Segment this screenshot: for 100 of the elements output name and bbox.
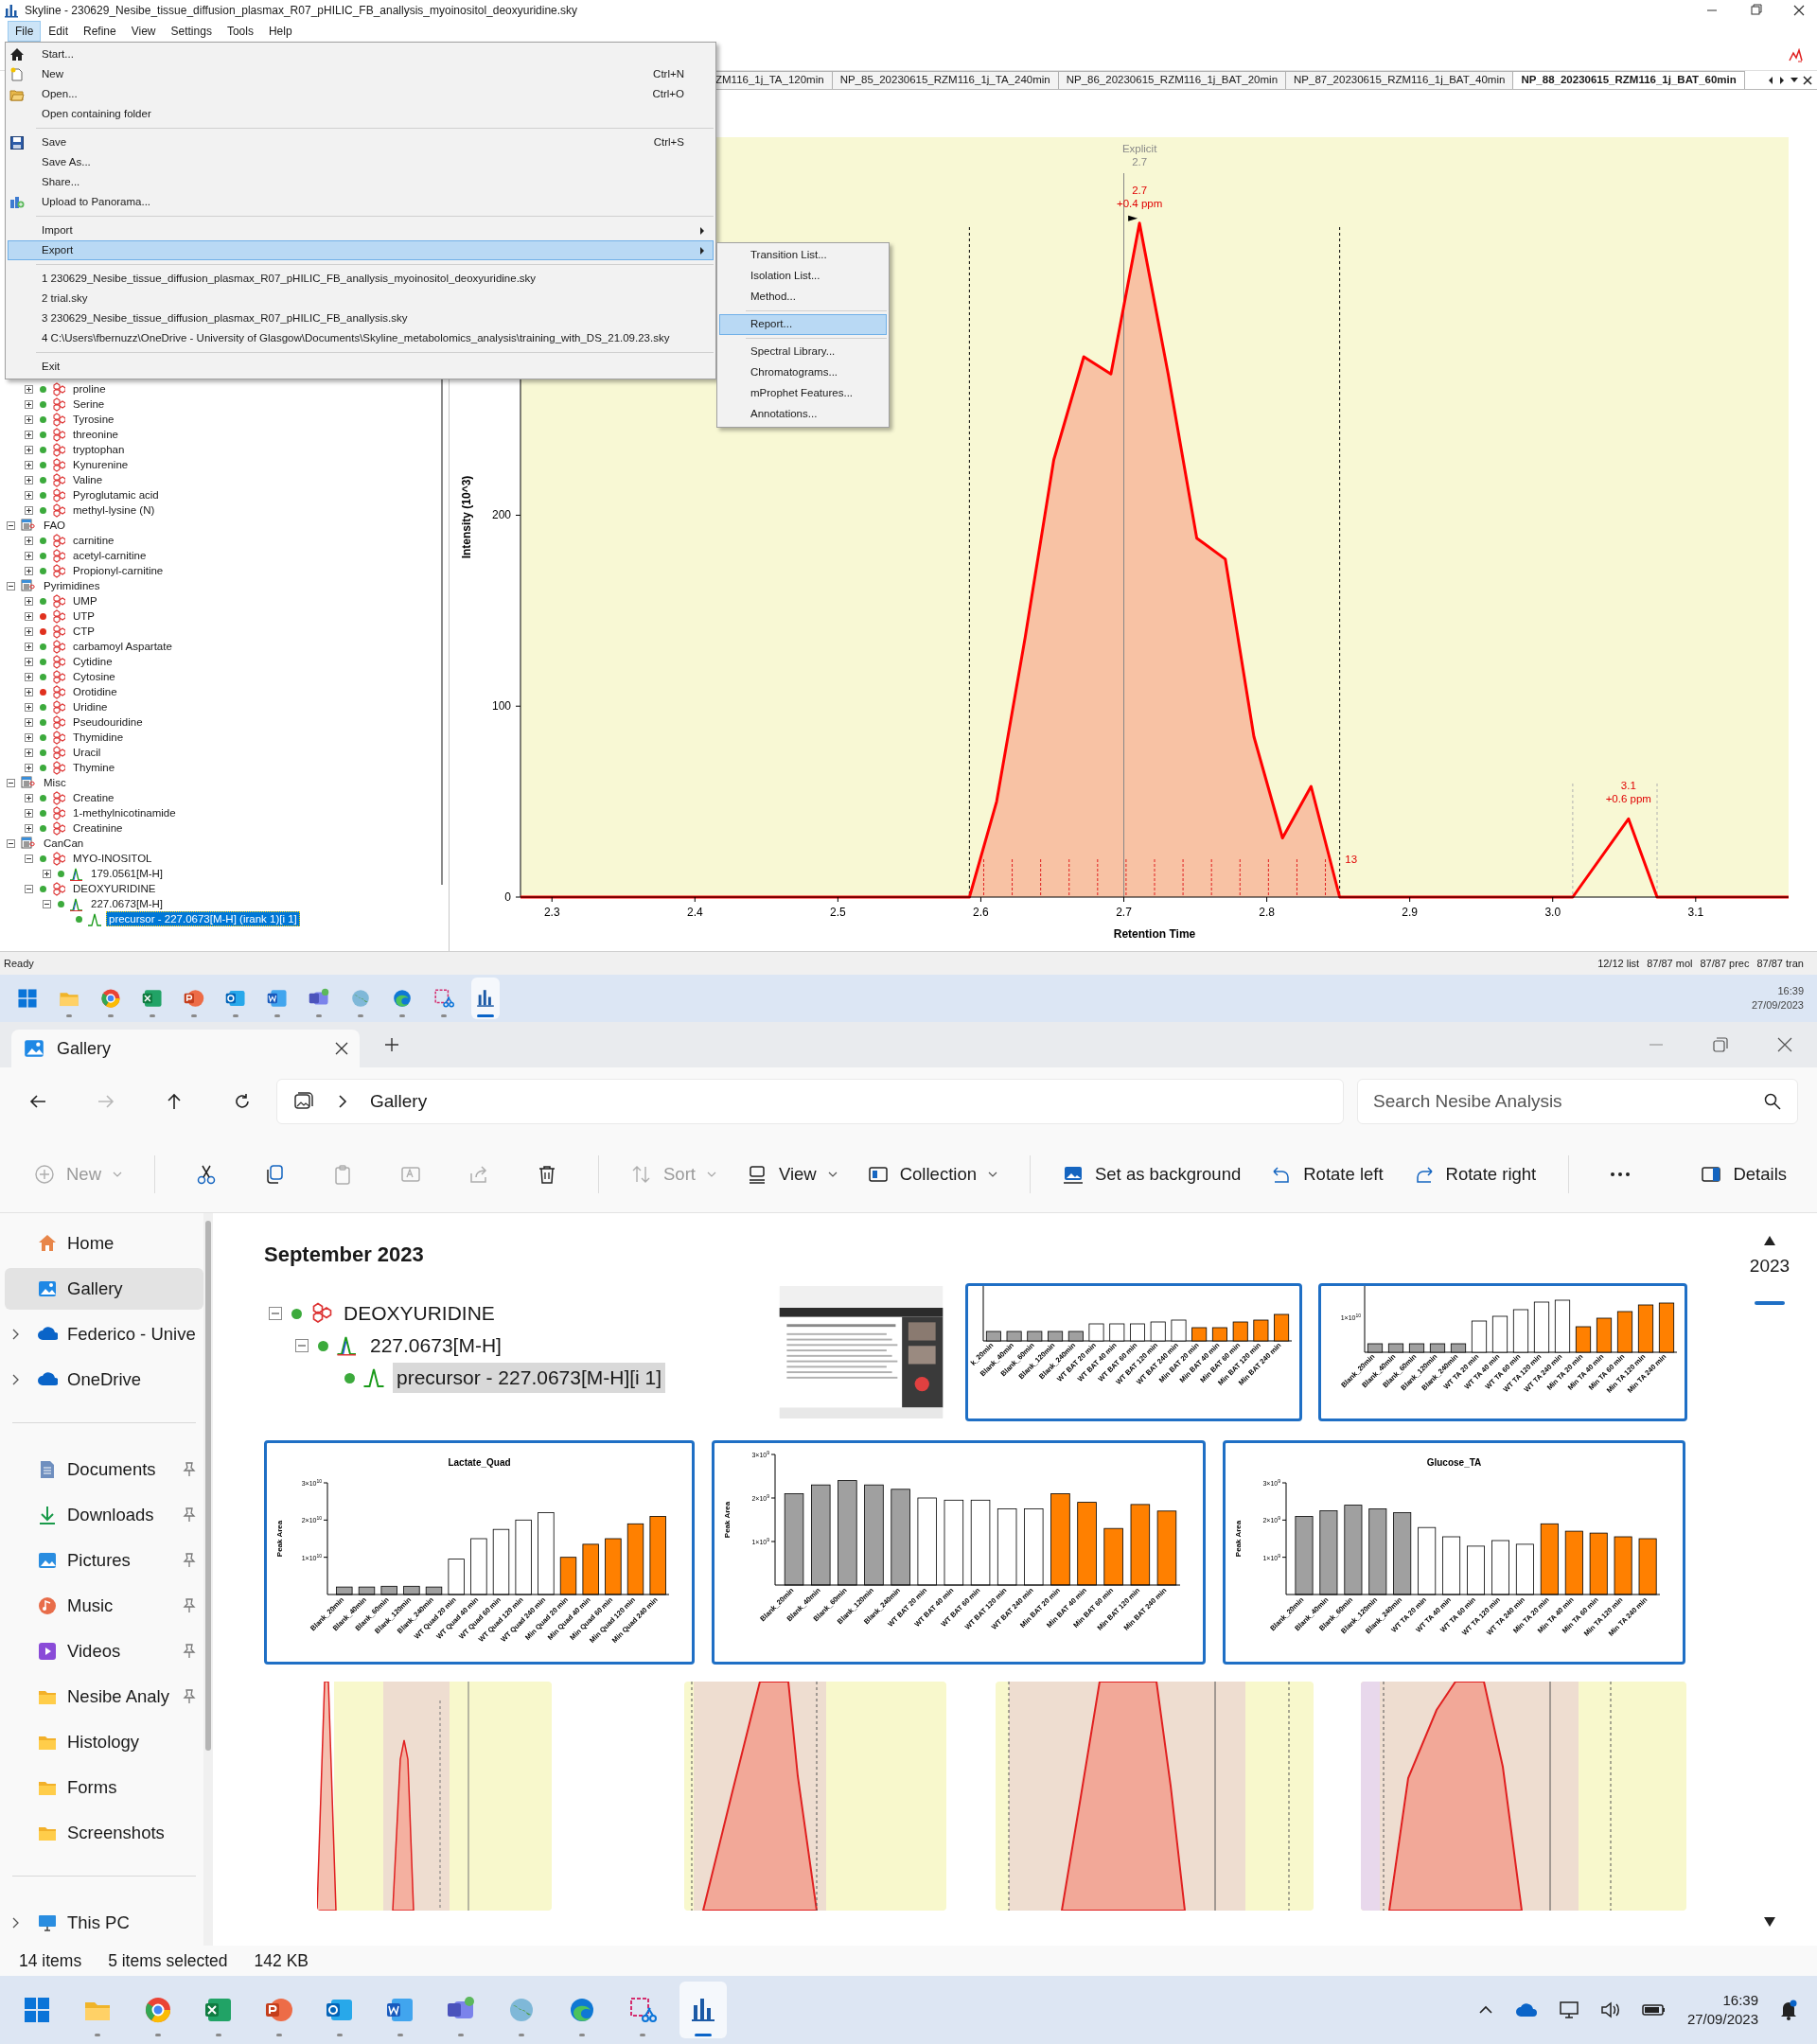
tree-item[interactable]: Creatinine [70, 820, 126, 836]
sidebar-item[interactable]: Forms [5, 1767, 203, 1808]
tree-item[interactable]: MYO-INOSITOL [70, 851, 155, 866]
shortcut-text: Ctrl+N [653, 66, 684, 81]
sidebar-item[interactable]: Music [5, 1585, 203, 1627]
menu-item[interactable]: Method... [719, 287, 887, 308]
menu-item[interactable]: Upload to Panorama... [8, 192, 714, 212]
tree-item[interactable]: Pyroglutamic acid [70, 487, 162, 502]
document-tab[interactable]: NP_88_20230615_RZM116_1j_BAT_60min [1512, 71, 1745, 89]
menu-item[interactable]: 1 230629_Nesibe_tissue_diffusion_plasmax_R07_pHILIC_FB_anallysis_myoinositol_deoxyuridine.sky [8, 269, 714, 289]
toolbar-button[interactable]: Rotate right [1403, 1153, 1546, 1195]
timeline-year[interactable]: 2023 [1749, 1253, 1791, 1280]
tree-item[interactable]: Uracil [70, 745, 104, 760]
clock-date[interactable]: 27/09/2023 [1686, 2010, 1758, 2029]
tree-item[interactable]: carnitine [70, 533, 117, 548]
menu-item[interactable]: Transition List... [719, 245, 887, 266]
tree-item[interactable]: tryptophan [70, 442, 128, 457]
tree-item[interactable]: Orotidine [70, 684, 120, 699]
menu-item[interactable]: Save Ctrl+S [8, 132, 714, 152]
window-tab[interactable]: Gallery [11, 1030, 360, 1067]
tree-item[interactable]: 179.0561[M-H] [88, 866, 167, 881]
menu-item[interactable]: Import [8, 220, 714, 240]
menu-item[interactable]: Save As... [8, 152, 714, 172]
menu-item[interactable]: Edit [41, 21, 77, 42]
clock-time[interactable]: 16:39 [1722, 1991, 1758, 2010]
menu-item[interactable]: Refine [76, 21, 124, 42]
menu-item[interactable]: Report... [719, 314, 887, 335]
menu-item[interactable]: Spectral Library... [719, 342, 887, 362]
menu-item[interactable]: Tools [219, 21, 261, 42]
document-tab[interactable]: NP_85_20230615_RZM116_1j_TA_240min [831, 71, 1059, 89]
menu-item[interactable]: Start... [8, 44, 714, 64]
sidebar-item[interactable]: Federico - Unive [5, 1313, 203, 1355]
clock-time[interactable]: 16:39 [1777, 984, 1804, 998]
tree-item[interactable]: precursor - 227.0673[M-H] (irank 1)[i 1] [106, 911, 300, 926]
menu-item[interactable]: Share... [8, 172, 714, 192]
tree-item[interactable]: UTP [70, 608, 97, 624]
sidebar-item[interactable]: Pictures [5, 1540, 203, 1581]
menu-item[interactable]: File [8, 21, 42, 42]
tree-item[interactable]: Pyrimidines [41, 578, 103, 593]
sidebar-item[interactable]: OneDrive [5, 1359, 203, 1401]
tree-item[interactable]: acetyl-carnitine [70, 548, 150, 563]
breadcrumb[interactable]: Gallery [370, 1087, 428, 1116]
menu-item[interactable]: Chromatograms... [719, 362, 887, 383]
menu-item[interactable]: View [123, 21, 164, 42]
tree-item[interactable]: methyl-lysine (N) [70, 502, 158, 518]
tree-item[interactable]: threonine [70, 427, 121, 442]
menu-item[interactable]: 3 230629_Nesibe_tissue_diffusion_plasmax_R07_pHILIC_FB_anallysis.sky [8, 308, 714, 328]
tree-item[interactable]: Valine [70, 472, 106, 487]
sidebar-item[interactable]: Gallery [5, 1268, 203, 1310]
menu-item[interactable]: Annotations... [719, 404, 887, 425]
document-tab[interactable]: NP_86_20230615_RZM116_1j_BAT_20min [1057, 71, 1287, 89]
search-field[interactable]: Search Nesibe Analysis [1357, 1079, 1798, 1124]
tree-item[interactable]: Kynurenine [70, 457, 132, 472]
sidebar-item[interactable]: Downloads [5, 1494, 203, 1536]
clock-date[interactable]: 27/09/2023 [1751, 998, 1804, 1013]
sidebar-item[interactable]: Screenshots [5, 1812, 203, 1854]
address-bar[interactable]: Gallery [276, 1079, 1344, 1124]
sidebar-item[interactable]: Nesibe Analy [5, 1676, 203, 1718]
tree-item[interactable]: FAO [41, 518, 68, 533]
menu-item[interactable]: Open containing folder [8, 104, 714, 124]
menu-item[interactable]: Isolation List... [719, 266, 887, 287]
toolbar-button[interactable]: View [736, 1153, 847, 1195]
tree-item[interactable]: Propionyl-carnitine [70, 563, 167, 578]
tree-item[interactable]: UMP [70, 593, 100, 608]
sidebar-item[interactable]: This PC [5, 1902, 203, 1944]
toolbar-button[interactable]: Rotate left [1261, 1153, 1393, 1195]
toolbar-button[interactable]: Details [1691, 1153, 1796, 1195]
tree-item[interactable]: Misc [41, 775, 69, 790]
sidebar-item[interactable]: Videos [5, 1630, 203, 1672]
annotation-label: 13 [1345, 854, 1358, 865]
tree-item[interactable]: Tyrosine [70, 412, 117, 427]
document-tab[interactable]: NP_87_20230615_RZM116_1j_BAT_40min [1285, 71, 1514, 89]
toolbar-button[interactable]: Collection [857, 1153, 1007, 1195]
sidebar-item[interactable]: Documents [5, 1449, 203, 1490]
tree-item[interactable]: Creatine [70, 790, 117, 805]
tree-item[interactable]: CanCan [41, 836, 87, 851]
tree-item[interactable]: carbamoyl Aspartate [70, 639, 175, 654]
sidebar-item[interactable]: Histology [5, 1721, 203, 1763]
tree-item[interactable]: Cytidine [70, 654, 115, 669]
menu-item[interactable]: Export [8, 240, 714, 260]
tree-item[interactable]: Pseudouridine [70, 714, 146, 730]
tree-item[interactable]: proline [70, 381, 109, 396]
menu-item[interactable]: Settings [163, 21, 220, 42]
sidebar-item[interactable]: Home [5, 1223, 203, 1264]
menu-item[interactable]: Exit [8, 357, 714, 377]
tree-item[interactable]: 1-methylnicotinamide [70, 805, 179, 820]
menu-item[interactable]: 4 C:\Users\fbernuzz\OneDrive - University of Glasgow\Documents\Skyline_metabolomics_analysis\training_with_DS_21.09.23.sky [8, 328, 714, 348]
image-thumbnail[interactable]: DEOXYURIDINE 227.0673[M-H] precursor - 227.0673[M-H][i 1] [264, 1283, 719, 1421]
menu-item[interactable]: mProphet Features... [719, 383, 887, 404]
menu-item[interactable]: 2 trial.sky [8, 289, 714, 308]
toolbar-button[interactable]: Set as background [1052, 1153, 1251, 1195]
tree-item[interactable]: 227.0673[M-H] [88, 896, 167, 911]
tree-item[interactable]: CTP [70, 624, 97, 639]
tree-item[interactable]: Serine [70, 396, 108, 412]
tree-item[interactable]: Uridine [70, 699, 111, 714]
tree-item[interactable]: Thymidine [70, 730, 127, 745]
menu-item[interactable]: Help [260, 21, 300, 42]
tree-item[interactable]: Cytosine [70, 669, 118, 684]
tree-item[interactable]: DEOXYURIDINE [70, 881, 159, 896]
tree-item[interactable]: Thymine [70, 760, 118, 775]
